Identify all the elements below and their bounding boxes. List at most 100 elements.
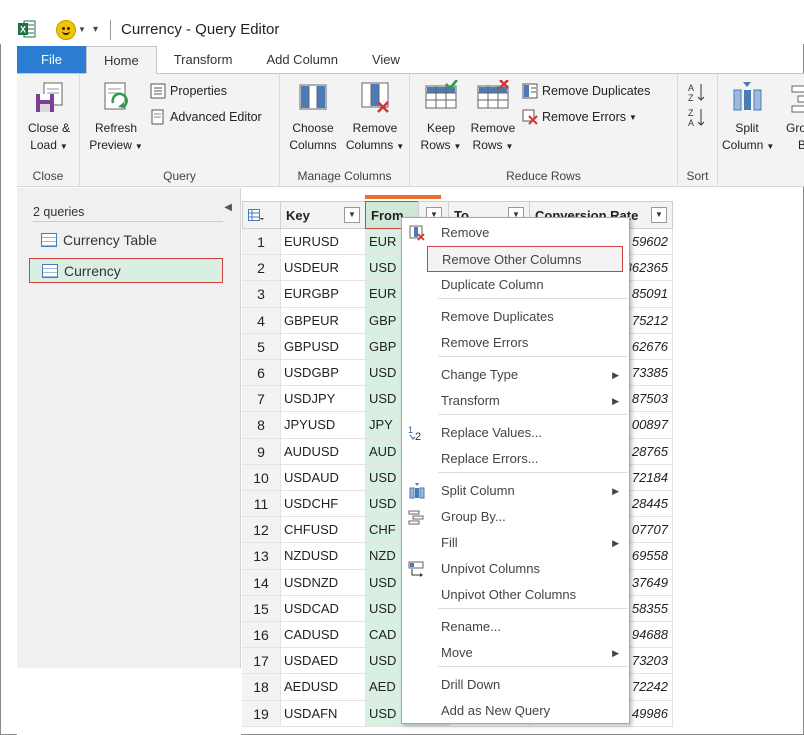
excel-icon[interactable]: X xyxy=(18,20,36,38)
tab-view[interactable]: View xyxy=(355,46,417,74)
group-manage-columns: Choose Columns Remove Columns ▼ Manage Co… xyxy=(280,74,410,187)
cell-key[interactable]: AUDUSD xyxy=(280,438,366,465)
keep-rows-label-2: Rows xyxy=(420,138,451,152)
menu-item-replace-errors[interactable]: Replace Errors... xyxy=(402,446,629,472)
tab-transform[interactable]: Transform xyxy=(157,46,250,74)
row-number[interactable]: 3 xyxy=(242,281,281,308)
advanced-editor-button[interactable]: Advanced Editor xyxy=(150,109,262,125)
menu-item-label: Move xyxy=(441,645,473,660)
row-number[interactable]: 10 xyxy=(242,464,281,491)
menu-item-drill-down[interactable]: Drill Down xyxy=(402,672,629,698)
row-number[interactable]: 16 xyxy=(242,622,281,649)
menu-item-remove-duplicates[interactable]: Remove Duplicates xyxy=(402,304,629,330)
menu-item-label: Rename... xyxy=(441,619,501,634)
row-number[interactable]: 13 xyxy=(242,543,281,570)
cell-key[interactable]: USDGBP xyxy=(280,360,366,387)
menu-item-change-type[interactable]: Change Type ▶ xyxy=(402,362,629,388)
cell-key[interactable]: GBPEUR xyxy=(280,307,366,334)
menu-item-transform[interactable]: Transform ▶ xyxy=(402,388,629,414)
cell-key[interactable]: USDEUR xyxy=(280,255,366,282)
menu-item-add-as-new-query[interactable]: Add as New Query xyxy=(402,698,629,724)
remove-rows-button[interactable]: Remove Rows ▼ xyxy=(466,80,520,155)
row-number[interactable]: 7 xyxy=(242,386,281,413)
sort-descending-icon[interactable]: Z A xyxy=(688,107,706,127)
cell-key[interactable]: USDAED xyxy=(280,648,366,675)
menu-item-unpivot-other-columns[interactable]: Unpivot Other Columns xyxy=(402,582,629,608)
menu-item-split-column[interactable]: Split Column ▶ xyxy=(402,478,629,504)
row-number[interactable]: 4 xyxy=(242,307,281,334)
row-number[interactable]: 9 xyxy=(242,438,281,465)
cell-key[interactable]: USDCHF xyxy=(280,491,366,518)
collapse-pane-icon[interactable]: ◀ xyxy=(224,202,232,213)
window-title: Currency - Query Editor xyxy=(121,21,280,38)
query-item-currency[interactable]: Currency xyxy=(29,258,223,283)
split-column-button[interactable]: Split Column ▼ xyxy=(722,80,774,155)
choose-columns-button[interactable]: Choose Columns xyxy=(284,80,342,154)
filter-dropdown-icon[interactable]: ▼ xyxy=(651,207,667,223)
row-number[interactable]: 18 xyxy=(242,674,281,701)
column-header-label: Key xyxy=(286,207,310,223)
svg-text:Z: Z xyxy=(688,108,694,118)
row-number[interactable]: 6 xyxy=(242,360,281,387)
cell-key[interactable]: EURUSD xyxy=(280,229,366,256)
row-number[interactable]: 5 xyxy=(242,333,281,360)
chevron-down-icon[interactable]: ▼ xyxy=(78,25,86,34)
cell-key[interactable]: EURGBP xyxy=(280,281,366,308)
menu-item-replace-values[interactable]: 1 2 Replace Values... xyxy=(402,420,629,446)
title-separator xyxy=(110,20,111,40)
menu-item-group-by[interactable]: Group By... xyxy=(402,504,629,530)
customize-toolbar-icon[interactable]: ▾ xyxy=(93,24,98,35)
menu-item-remove-other-columns[interactable]: Remove Other Columns xyxy=(427,246,623,272)
tab-add-column[interactable]: Add Column xyxy=(249,46,355,74)
close-load-button[interactable]: Close & Load ▼ xyxy=(23,80,75,155)
menu-item-rename[interactable]: Rename... xyxy=(402,614,629,640)
menu-item-label: Change Type xyxy=(441,367,519,382)
cell-key[interactable]: CADUSD xyxy=(280,622,366,649)
cell-key[interactable]: USDCAD xyxy=(280,595,366,622)
group-by-button[interactable]: Grou By xyxy=(786,80,804,154)
table-menu-header[interactable] xyxy=(242,201,281,229)
sort-ascending-icon[interactable]: A Z xyxy=(688,82,706,102)
row-number[interactable]: 2 xyxy=(242,255,281,282)
refresh-preview-button[interactable]: Refresh Preview ▼ xyxy=(86,80,146,155)
menu-item-move[interactable]: Move ▶ xyxy=(402,640,629,666)
keep-rows-button[interactable]: Keep Rows ▼ xyxy=(416,80,466,155)
smiley-icon[interactable] xyxy=(56,20,76,40)
row-number[interactable]: 17 xyxy=(242,648,281,675)
row-number[interactable]: 11 xyxy=(242,491,281,518)
properties-button[interactable]: Properties xyxy=(150,83,227,99)
row-number[interactable]: 15 xyxy=(242,595,281,622)
cell-key[interactable]: NZDUSD xyxy=(280,543,366,570)
keep-rows-icon xyxy=(425,80,458,109)
properties-label: Properties xyxy=(170,84,227,98)
query-item-currency-table[interactable]: Currency Table xyxy=(29,227,223,252)
keep-rows-label-1: Keep xyxy=(426,121,456,135)
tab-home[interactable]: Home xyxy=(86,46,157,74)
row-number[interactable]: 14 xyxy=(242,569,281,596)
menu-item-fill[interactable]: Fill ▶ xyxy=(402,530,629,556)
tab-file[interactable]: File xyxy=(17,46,86,74)
cell-key[interactable]: USDJPY xyxy=(280,386,366,413)
menu-item-unpivot-columns[interactable]: Unpivot Columns xyxy=(402,556,629,582)
cell-key[interactable]: USDAUD xyxy=(280,464,366,491)
cell-key[interactable]: AEDUSD xyxy=(280,674,366,701)
row-number[interactable]: 19 xyxy=(242,700,281,727)
cell-key[interactable]: USDAFN xyxy=(280,700,366,727)
menu-item-duplicate-column[interactable]: Duplicate Column xyxy=(402,272,629,298)
menu-item-remove-errors[interactable]: Remove Errors xyxy=(402,330,629,356)
cell-key[interactable]: GBPUSD xyxy=(280,333,366,360)
group-close-label: Close xyxy=(32,169,64,183)
remove-errors-button[interactable]: Remove Errors ▼ xyxy=(522,109,637,125)
filter-dropdown-icon[interactable]: ▼ xyxy=(344,207,360,223)
cell-key[interactable]: CHFUSD xyxy=(280,517,366,544)
row-number[interactable]: 8 xyxy=(242,412,281,439)
row-number[interactable]: 12 xyxy=(242,517,281,544)
menu-item-remove[interactable]: Remove xyxy=(402,220,629,246)
menu-item-label: Remove xyxy=(441,225,490,240)
column-header-key[interactable]: Key ▼ xyxy=(280,201,366,229)
remove-duplicates-button[interactable]: Remove Duplicates xyxy=(522,83,650,99)
cell-key[interactable]: JPYUSD xyxy=(280,412,366,439)
remove-columns-button[interactable]: Remove Columns ▼ xyxy=(344,80,406,155)
row-number[interactable]: 1 xyxy=(242,229,281,256)
cell-key[interactable]: USDNZD xyxy=(280,569,366,596)
